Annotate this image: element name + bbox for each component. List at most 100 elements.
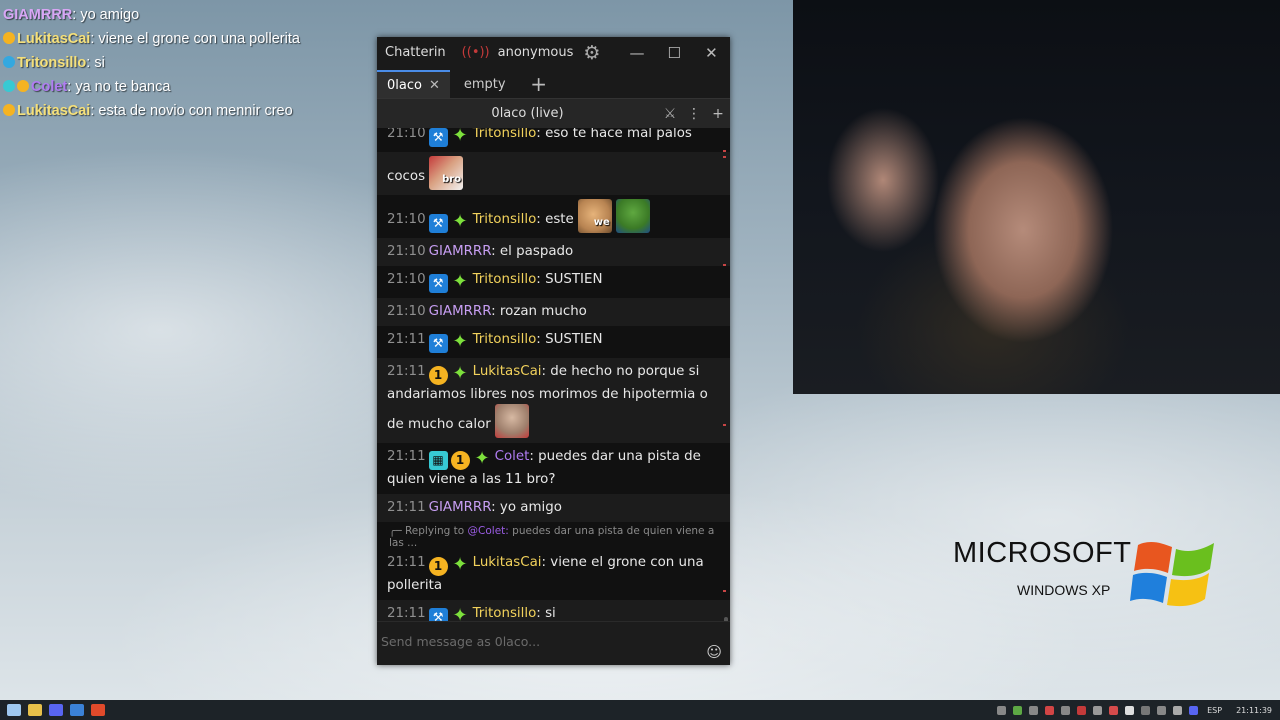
overlay-text: ya no te banca <box>75 79 171 95</box>
channel-title[interactable]: 0laco (live) <box>377 106 658 121</box>
tray-icon[interactable] <box>997 705 1007 715</box>
overlay-text: viene el grone con una pollerita <box>98 31 300 47</box>
emote-cat-we-icon[interactable]: we <box>577 199 612 233</box>
settings-gear-icon[interactable]: ⚙ <box>583 42 600 64</box>
chat-message[interactable]: 21:11 ▦ 1 ✦ Colet: puedes dar una pista de q… <box>377 443 730 494</box>
timestamp: 21:11 <box>387 555 426 570</box>
tray-icon[interactable] <box>1045 705 1055 715</box>
tab-empty[interactable]: empty <box>450 70 520 98</box>
chat-message[interactable]: 21:10 ⚒ ✦ Tritonsillo: eso te hace mal palo… <box>377 128 730 152</box>
tray-icon[interactable] <box>1141 705 1151 715</box>
chat-message[interactable]: 21:11 ⚒ ✦ Tritonsillo: SUSTIEN <box>377 326 730 358</box>
minimize-button[interactable]: — <box>618 44 655 62</box>
overlay-text: si <box>94 55 105 71</box>
tab-0laco[interactable]: 0laco ✕ <box>377 70 450 98</box>
brave-icon[interactable] <box>91 704 105 716</box>
start-icon[interactable] <box>7 704 21 716</box>
close-button[interactable]: ✕ <box>693 44 730 62</box>
moderator-badge-icon: ⚒ <box>428 334 448 353</box>
streamer-mode-icon[interactable]: ((•)) <box>462 45 490 60</box>
vip-badge-icon: ✦ <box>452 128 468 146</box>
chat-message[interactable]: 21:10 GIAMRRR: rozan mucho <box>377 298 730 326</box>
tray-icon[interactable] <box>1029 705 1039 715</box>
chat-message[interactable]: 21:10 GIAMRRR: el paspado <box>377 238 730 266</box>
overlay-username: GIAMRRR <box>3 7 73 23</box>
tray-icon[interactable] <box>1109 705 1119 715</box>
highlight-marker <box>723 150 726 152</box>
chat-message[interactable]: 21:11 1 ✦ LukitasCai: viene el grone con un… <box>377 549 730 600</box>
chat-message[interactable]: 21:10 ⚒ ✦ Tritonsillo: este we <box>377 195 730 238</box>
split-header: 0laco (live) ⚔ ⋮ + <box>377 98 730 128</box>
discord-icon[interactable] <box>49 704 63 716</box>
reply-username[interactable]: @Colet: <box>468 525 509 537</box>
timestamp: 21:10 <box>387 272 426 287</box>
tray-icon[interactable] <box>1125 705 1135 715</box>
windows-flag-icon <box>1130 541 1214 607</box>
username[interactable]: GIAMRRR <box>429 500 492 515</box>
vip-badge-icon: ✦ <box>452 211 468 232</box>
chatterino-icon[interactable] <box>70 704 84 716</box>
message-text: rozan mucho <box>499 304 587 319</box>
tab-label: 0laco <box>387 77 422 93</box>
explorer-icon[interactable] <box>28 704 42 716</box>
sub-badge-icon <box>17 80 29 92</box>
split-menu-icon[interactable]: ⋮ <box>682 106 706 122</box>
product-text: WINDOWS XP <box>1017 582 1111 598</box>
overlay-username: Colet <box>31 79 68 95</box>
chat-message[interactable]: cocos bro <box>377 152 730 195</box>
overlay-chat: GIAMRRR: yo amigo LukitasCai: viene el gr… <box>3 5 303 125</box>
artist-badge-icon <box>3 80 15 92</box>
chat-message[interactable]: 21:10 ⚒ ✦ Tritonsillo: SUSTIEN <box>377 266 730 298</box>
username[interactable]: Tritonsillo <box>473 606 537 621</box>
emote-bro-icon[interactable]: bro <box>429 156 464 190</box>
clock[interactable]: 21:11:39 <box>1236 706 1272 715</box>
username[interactable]: Tritonsillo <box>473 332 537 347</box>
subscriber-badge-icon: 1 <box>428 366 448 385</box>
moderator-badge-icon: ⚒ <box>428 274 448 293</box>
overlay-message: Colet: ya no te banca <box>3 77 303 98</box>
username[interactable]: LukitasCai <box>473 364 542 379</box>
username[interactable]: GIAMRRR <box>429 244 492 259</box>
timestamp: 21:10 <box>387 212 426 227</box>
language-indicator[interactable]: ESP <box>1207 706 1222 715</box>
tray-icon[interactable] <box>1189 705 1199 715</box>
tray-icon[interactable] <box>1077 705 1087 715</box>
tray-icon[interactable] <box>1013 705 1023 715</box>
overlay-username: LukitasCai <box>17 103 91 119</box>
reply-context[interactable]: ╭─ Replying to @Colet: puedes dar una pi… <box>377 522 730 549</box>
brand-text: MICROSOFT <box>953 537 1132 569</box>
maximize-button[interactable]: ☐ <box>656 44 693 62</box>
account-switcher[interactable]: anonymous <box>498 45 574 60</box>
tray-icon[interactable] <box>1061 705 1071 715</box>
close-tab-icon[interactable]: ✕ <box>429 78 440 93</box>
add-tab-button[interactable]: + <box>520 70 558 98</box>
message-list[interactable]: 21:10 ⚒ ✦ Tritonsillo: eso te hace mal palo… <box>377 128 730 633</box>
emoji-icon[interactable]: ☺ <box>706 643 722 661</box>
emote-label: bro <box>442 174 462 185</box>
vip-badge-icon: ✦ <box>452 554 468 575</box>
system-tray: ESP 21:11:39 <box>990 700 1272 720</box>
username[interactable]: GIAMRRR <box>429 304 492 319</box>
username[interactable]: Colet <box>495 449 530 464</box>
tray-icon[interactable] <box>1093 705 1103 715</box>
username[interactable]: LukitasCai <box>473 555 542 570</box>
highlight-marker <box>723 156 726 158</box>
message-text: el paspado <box>499 244 574 259</box>
chat-message[interactable]: 21:11 1 ✦ LukitasCai: de hecho no porque si… <box>377 358 730 443</box>
message-text: si <box>545 606 556 621</box>
add-split-icon[interactable]: + <box>706 106 730 122</box>
moderation-mode-icon[interactable]: ⚔ <box>658 106 682 122</box>
scrollbar[interactable] <box>723 128 728 633</box>
message-text: SUSTIEN <box>545 332 603 347</box>
tray-icon[interactable] <box>1173 705 1183 715</box>
username[interactable]: Tritonsillo <box>473 128 537 141</box>
username[interactable]: Tritonsillo <box>473 272 537 287</box>
sub-badge-icon <box>3 104 15 116</box>
emote-cat-face-icon[interactable] <box>494 404 529 438</box>
tray-icon[interactable] <box>1157 705 1167 715</box>
reply-arrow-icon: ╭─ <box>389 525 405 537</box>
chat-message[interactable]: 21:11 GIAMRRR: yo amigo <box>377 494 730 522</box>
emote-pepe-icon[interactable] <box>615 199 650 233</box>
message-input[interactable] <box>381 630 691 652</box>
username[interactable]: Tritonsillo <box>473 212 537 227</box>
